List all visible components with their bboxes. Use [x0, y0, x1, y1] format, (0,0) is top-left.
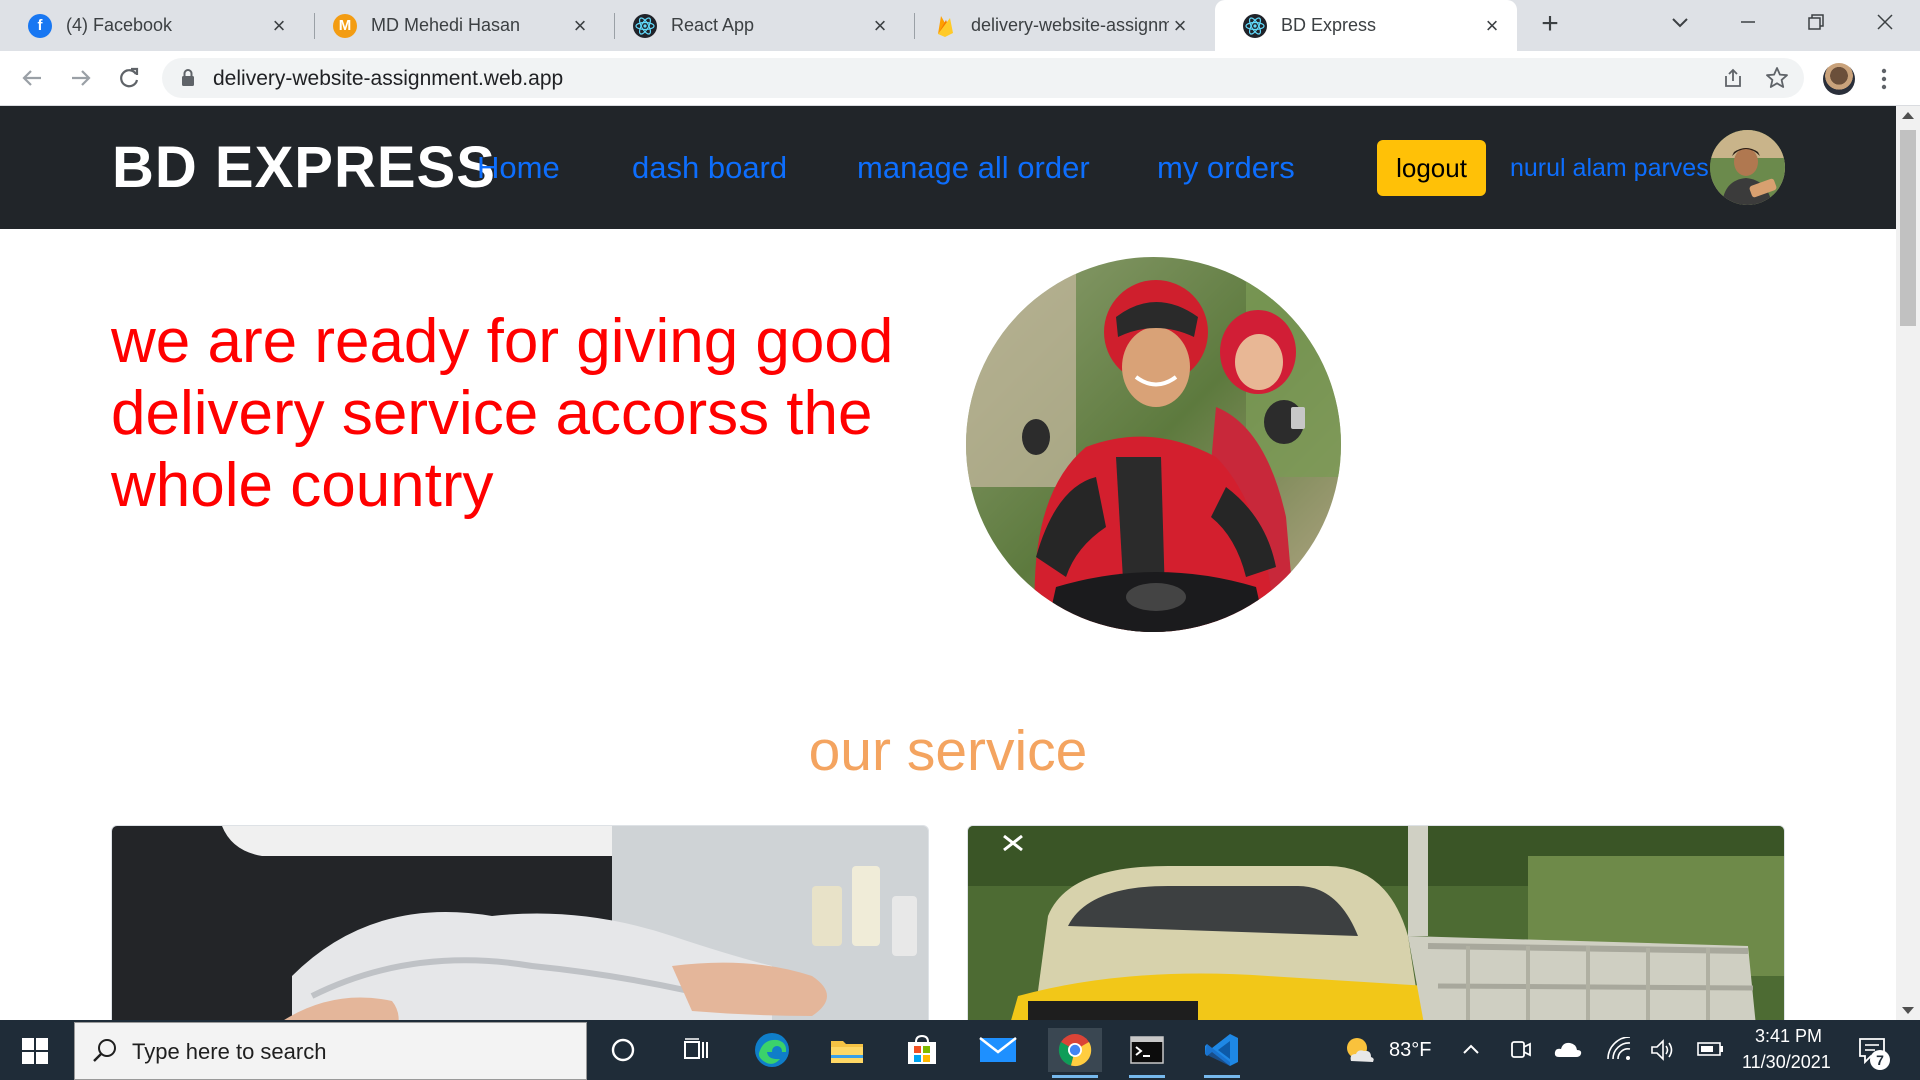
tab-facebook[interactable]: f (4) Facebook ×: [0, 0, 304, 51]
user-name: nurul alam parves: [1510, 154, 1709, 182]
cortana-icon[interactable]: [601, 1028, 645, 1072]
file-explorer-icon[interactable]: [825, 1028, 869, 1072]
terminal-icon[interactable]: [1125, 1028, 1169, 1078]
tab-search-chevron-icon[interactable]: [1667, 10, 1693, 36]
share-icon[interactable]: [1722, 67, 1744, 89]
chevron-up-icon[interactable]: [1462, 1042, 1480, 1056]
lock-icon[interactable]: [180, 68, 196, 88]
tab-title: delivery-website-assignm: [971, 15, 1169, 35]
battery-icon[interactable]: [1697, 1041, 1725, 1057]
react-icon: [1243, 13, 1267, 38]
url-text[interactable]: delivery-website-assignment.web.app: [213, 67, 563, 91]
firebase-icon: [933, 14, 957, 38]
scroll-down-arrow-icon[interactable]: [1902, 1007, 1914, 1014]
tab-bd-express[interactable]: BD Express ×: [1215, 0, 1517, 51]
more-menu-icon[interactable]: [1879, 64, 1889, 94]
tab-strip: f (4) Facebook × M MD Mehedi Hasan × Rea…: [0, 0, 1920, 51]
hero-heading: we are ready for giving good delivery se…: [111, 307, 894, 520]
m-logo-icon: M: [333, 13, 357, 38]
site-navbar: BD EXPRESS Home dash board manage all or…: [0, 106, 1896, 229]
wifi-icon[interactable]: [1606, 1037, 1632, 1061]
scrollbar-thumb[interactable]: [1900, 130, 1916, 326]
close-icon[interactable]: ×: [1481, 14, 1503, 37]
restore-icon[interactable]: [1793, 6, 1839, 38]
tab-delivery-website[interactable]: delivery-website-assignm ×: [905, 0, 1205, 51]
nav-manage-all-order[interactable]: manage all order: [857, 150, 1090, 186]
close-icon[interactable]: ×: [1169, 14, 1191, 37]
page-scrollbar[interactable]: [1896, 106, 1920, 1020]
search-icon: [93, 1039, 116, 1062]
scroll-up-arrow-icon[interactable]: [1902, 112, 1914, 119]
close-window-icon[interactable]: [1862, 6, 1908, 38]
search-placeholder: Type here to search: [132, 1039, 327, 1064]
microsoft-store-icon[interactable]: [900, 1028, 944, 1072]
service-card-image-shoes[interactable]: [111, 825, 929, 1020]
address-bar[interactable]: delivery-website-assignment.web.app: [162, 58, 1804, 98]
browser-toolbar: delivery-website-assignment.web.app: [0, 51, 1920, 106]
edge-icon[interactable]: [750, 1028, 794, 1072]
mail-icon[interactable]: [976, 1028, 1020, 1072]
onedrive-cloud-icon[interactable]: [1554, 1040, 1582, 1058]
close-icon[interactable]: ×: [569, 14, 591, 37]
react-icon: [633, 13, 657, 38]
new-tab-button[interactable]: +: [1535, 9, 1565, 40]
close-icon[interactable]: ×: [268, 14, 290, 37]
service-card-image-pickup-truck[interactable]: [967, 825, 1785, 1020]
facebook-icon: f: [28, 13, 52, 38]
weather-temperature[interactable]: 83°F: [1389, 1039, 1431, 1062]
taskbar-search-box[interactable]: Type here to search: [74, 1022, 587, 1080]
tab-title: (4) Facebook: [66, 15, 173, 35]
tab-title: React App: [671, 15, 755, 35]
back-arrow-icon[interactable]: [17, 63, 47, 93]
logout-button[interactable]: logout: [1377, 140, 1486, 196]
profile-avatar[interactable]: [1823, 63, 1855, 95]
tab-title: BD Express: [1281, 15, 1377, 35]
brand-logo[interactable]: BD EXPRESS: [112, 134, 496, 201]
nav-my-orders[interactable]: my orders: [1157, 150, 1295, 186]
close-icon[interactable]: ×: [869, 14, 891, 37]
task-view-icon[interactable]: [674, 1028, 718, 1072]
page-viewport: BD EXPRESS Home dash board manage all or…: [0, 106, 1896, 1020]
windows-start-icon[interactable]: [22, 1038, 48, 1064]
reload-icon[interactable]: [114, 63, 144, 93]
notification-count-badge: 7: [1870, 1050, 1890, 1070]
weather-icon[interactable]: [1340, 1028, 1380, 1072]
tab-title: MD Mehedi Hasan: [371, 15, 521, 35]
vscode-icon[interactable]: [1200, 1028, 1244, 1078]
nav-home[interactable]: Home: [477, 150, 560, 186]
minimize-icon[interactable]: [1725, 6, 1771, 38]
clock-date[interactable]: 11/30/2021: [1742, 1052, 1831, 1073]
chrome-taskbar-icon[interactable]: [1048, 1028, 1102, 1078]
clock-time[interactable]: 3:41 PM: [1755, 1026, 1822, 1047]
windows-taskbar: Type here to search 83°F 3:41 PM 11/30/2…: [0, 1020, 1920, 1080]
meet-now-icon[interactable]: [1510, 1037, 1532, 1061]
section-title-our-service: our service: [808, 719, 1088, 783]
hero-image-delivery-riders: [966, 257, 1341, 632]
nav-dashboard[interactable]: dash board: [632, 150, 787, 186]
tab-react-app[interactable]: React App ×: [605, 0, 905, 51]
user-avatar: [1710, 130, 1785, 205]
bookmark-star-icon[interactable]: [1764, 65, 1790, 91]
speaker-icon[interactable]: [1650, 1038, 1676, 1062]
forward-arrow-icon[interactable]: [66, 63, 96, 93]
tab-mehedi-hasan[interactable]: M MD Mehedi Hasan ×: [305, 0, 605, 51]
